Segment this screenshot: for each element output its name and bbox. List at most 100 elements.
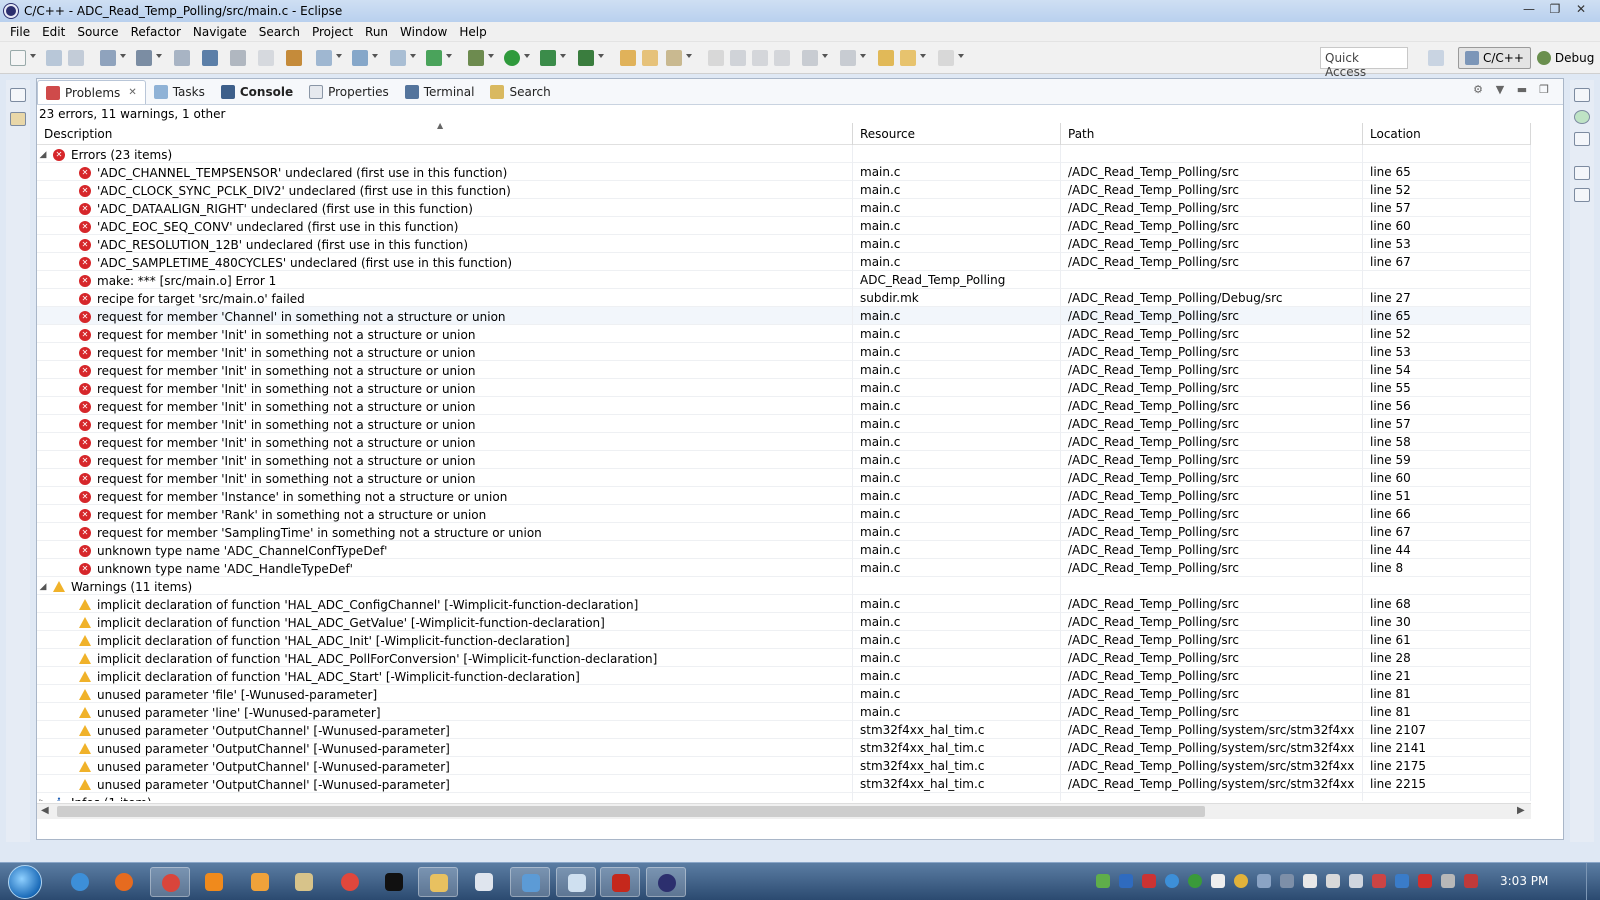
previous-annotation-dropdown-icon[interactable] [860,54,866,58]
build-all-icon[interactable] [174,50,190,66]
table-row[interactable]: ✕ unknown type name 'ADC_HandleTypeDef' ma… [37,558,1531,577]
open-perspective-icon[interactable] [1428,50,1444,66]
build-icon[interactable] [136,50,152,66]
tray-globe-icon[interactable] [1165,874,1179,888]
table-row[interactable]: ✕ 'ADC_CHANNEL_TEMPSENSOR' undeclared (fi… [37,162,1531,181]
warnings-group-row[interactable]: ◢ Warnings (11 items) [37,576,1531,595]
taskbar-media[interactable] [240,867,280,897]
taskbar-explorer[interactable] [418,867,458,897]
table-row[interactable]: ✕ recipe for target 'src/main.o' failed su… [37,288,1531,307]
table-row[interactable]: ✕ 'ADC_RESOLUTION_12B' undeclared (first … [37,234,1531,253]
tray-sync-icon[interactable] [1395,874,1409,888]
view-menu-icon[interactable]: ▼ [1489,83,1511,96]
menu-navigate[interactable]: Navigate [187,25,253,39]
taskbar-eclipse[interactable] [646,867,686,897]
menu-help[interactable]: Help [453,25,492,39]
filter-icon[interactable]: ⚙ [1467,83,1489,96]
restore-button[interactable]: ❐ [1542,0,1568,18]
table-row[interactable]: implicit declaration of function 'HAL_AD… [37,630,1531,649]
taskbar-cmd[interactable] [374,867,414,897]
table-row[interactable]: implicit declaration of function 'HAL_AD… [37,648,1531,667]
table-row[interactable]: ✕ request for member 'Init' in something … [37,342,1531,361]
menu-edit[interactable]: Edit [36,25,71,39]
table-row[interactable]: ✕ unknown type name 'ADC_ChannelConfTypeD… [37,540,1531,559]
table-row[interactable]: ✕ 'ADC_SAMPLETIME_480CYCLES' undeclared (… [37,252,1531,271]
tray-device-icon[interactable] [1211,874,1225,888]
tab-console[interactable]: Console [213,80,301,104]
manage-configurations-icon[interactable] [100,50,116,66]
table-row[interactable]: ✕ request for member 'SamplingTime' in so… [37,522,1531,541]
table-row[interactable]: implicit declaration of function 'HAL_AD… [37,666,1531,685]
task-list-icon[interactable] [1574,132,1590,146]
new-class-dropdown-icon[interactable] [446,54,452,58]
table-row[interactable]: ✕ 'ADC_DATAALIGN_RIGHT' undeclared (first… [37,198,1531,217]
save-icon[interactable] [46,50,62,66]
run-last-tool-icon[interactable] [540,50,556,66]
table-row[interactable]: implicit declaration of function 'HAL_AD… [37,612,1531,631]
scroll-left-icon[interactable]: ◀ [41,805,49,816]
column-path[interactable]: Path [1061,123,1363,145]
toggle-icon[interactable] [258,50,274,66]
configurations-dropdown-icon[interactable] [120,54,126,58]
restore-outline-icon[interactable] [1574,88,1590,102]
new-dropdown-icon[interactable] [30,54,36,58]
external-tools-dropdown-icon[interactable] [598,54,604,58]
taskbar-app[interactable] [330,867,370,897]
table-row[interactable]: ✕ request for member 'Init' in something … [37,468,1531,487]
search-flashlight-icon[interactable] [666,50,682,66]
new-folder-icon[interactable] [352,50,368,66]
horizontal-scrollbar[interactable]: ◀ ▶ [37,803,1531,819]
external-tools-icon[interactable] [578,50,594,66]
taskbar-writer[interactable] [510,867,550,897]
tray-shield-icon[interactable] [1119,874,1133,888]
column-location[interactable]: Location [1363,123,1531,145]
run-tool-dropdown-icon[interactable] [560,54,566,58]
table-row[interactable]: unused parameter 'OutputChannel' [-Wunus… [37,774,1531,793]
minimize-button[interactable]: — [1516,0,1542,18]
menu-search[interactable]: Search [253,25,306,39]
next-annotation-icon[interactable] [802,50,818,66]
menu-source[interactable]: Source [71,25,124,39]
menu-run[interactable]: Run [359,25,394,39]
menu-project[interactable]: Project [306,25,359,39]
table-row[interactable]: ✕ make: *** [src/main.o] Error 1 ADC_Read_… [37,270,1531,289]
start-button[interactable] [8,865,42,899]
taskbar-clock[interactable]: 3:03 PM [1500,874,1548,888]
tab-search[interactable]: Search [482,80,558,104]
scroll-right-icon[interactable]: ▶ [1517,805,1525,816]
table-row[interactable]: ✕ request for member 'Rank' in something … [37,504,1531,523]
show-desktop-button[interactable] [1586,863,1600,900]
tray-settings-icon[interactable] [1234,874,1248,888]
tray-display-icon[interactable] [1349,874,1363,888]
forward-dropdown-icon[interactable] [958,54,964,58]
skip-breakpoints-icon[interactable] [230,50,246,66]
next-annotation-dropdown-icon[interactable] [822,54,828,58]
open-type-icon[interactable] [286,50,302,66]
taskbar-chrome[interactable] [150,867,190,897]
tray-pen-icon[interactable] [1280,874,1294,888]
build-dropdown-icon[interactable] [156,54,162,58]
close-icon[interactable]: ✕ [128,87,136,98]
table-row[interactable]: ✕ request for member 'Init' in something … [37,360,1531,379]
make-target-icon[interactable] [1574,188,1590,202]
tray-volume-icon[interactable] [1441,874,1455,888]
maximize-view-icon[interactable]: ❐ [1533,83,1555,96]
table-row[interactable]: ✕ request for member 'Init' in something … [37,432,1531,451]
run-dropdown-icon[interactable] [524,54,530,58]
table-row[interactable]: ✕ 'ADC_EOC_SEQ_CONV' undeclared (first us… [37,216,1531,235]
open-folder-icon[interactable] [620,50,636,66]
project-explorer-icon[interactable] [10,112,26,126]
new-icon[interactable] [10,50,26,66]
restore-view-icon[interactable] [10,88,26,102]
open-element-icon[interactable] [642,50,658,66]
quick-access-input[interactable]: Quick Access [1320,47,1408,79]
minimize-view-icon[interactable]: ▬ [1511,83,1533,96]
expand-arrow-icon[interactable]: ◢ [37,582,49,592]
taskbar-notepad[interactable] [556,867,596,897]
block-selection-icon[interactable] [774,50,790,66]
taskbar-acrobat[interactable] [600,867,640,897]
toggle-mark-occurrences-icon[interactable] [708,50,724,66]
table-row[interactable]: ✕ request for member 'Init' in something … [37,396,1531,415]
show-whitespace-icon[interactable] [752,50,768,66]
table-row[interactable]: unused parameter 'OutputChannel' [-Wunus… [37,720,1531,739]
